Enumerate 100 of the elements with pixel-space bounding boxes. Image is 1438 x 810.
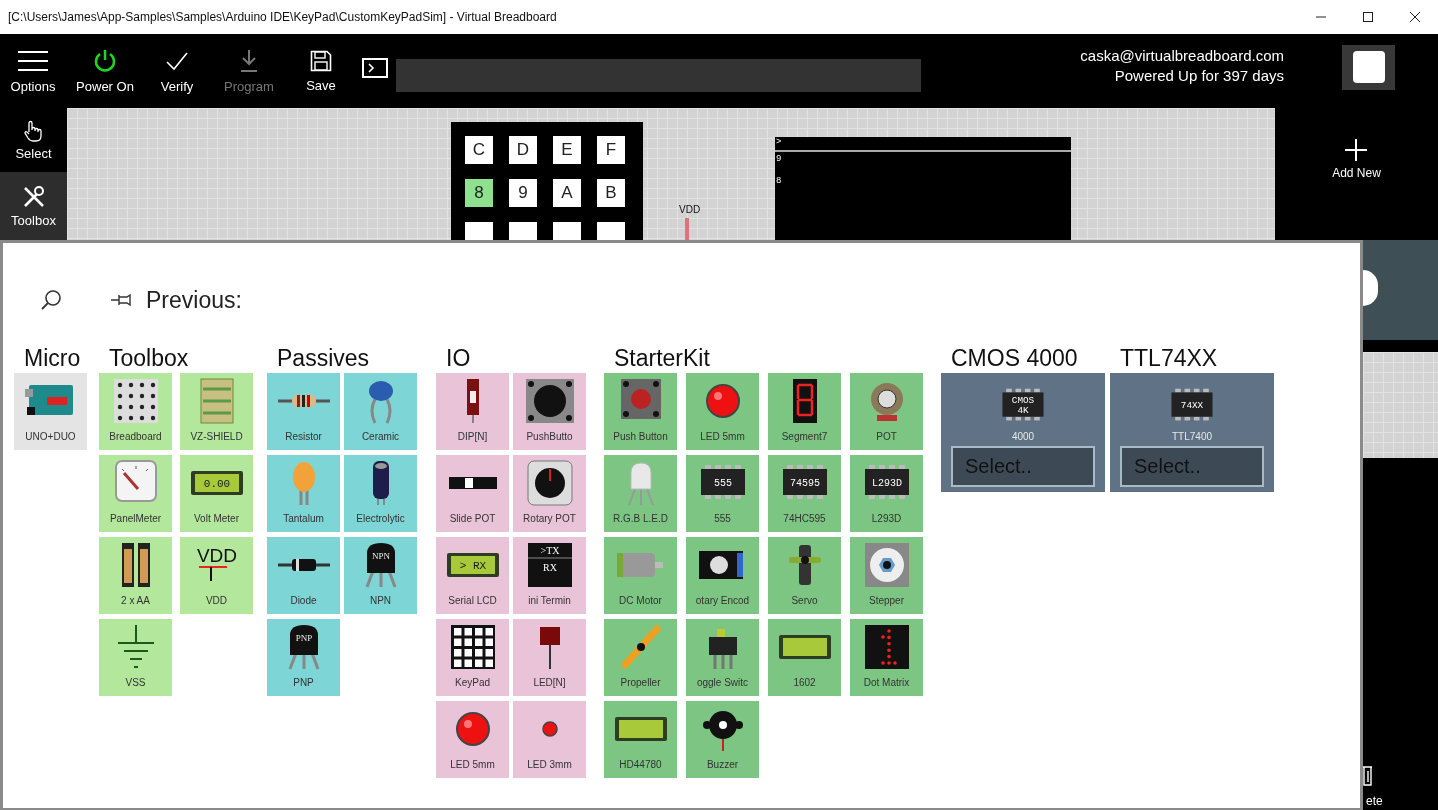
part-tile[interactable]: Electrolytic: [344, 455, 417, 532]
part-tile[interactable]: VSS: [99, 619, 172, 696]
part-tile[interactable]: PNP PNP: [267, 619, 340, 696]
ground-icon: [116, 624, 155, 668]
keypad-key[interactable]: F: [597, 136, 625, 164]
previous-label: Previous:: [146, 286, 242, 314]
toolbar-button[interactable]: Verify: [144, 41, 210, 101]
icon-text: 4K: [1017, 404, 1029, 416]
tool-button[interactable]: Toolbox: [0, 172, 67, 240]
part-tile[interactable]: LED 5mm: [436, 701, 509, 778]
part-tile[interactable]: Resistor: [267, 373, 340, 450]
slider-icon: [448, 477, 497, 489]
part-tile[interactable]: R.G.B L.E.D: [604, 455, 677, 532]
part-tile[interactable]: Stepper: [850, 537, 923, 614]
icon-text: > RX: [459, 560, 486, 572]
power-icon: [93, 48, 117, 73]
icon-text: 555: [713, 478, 732, 489]
part-tile[interactable]: KeyPad: [436, 619, 509, 696]
battery-icon: [121, 543, 150, 587]
plus-icon: [1344, 138, 1369, 162]
icon-text: NPN: [371, 551, 390, 561]
vdd-label: VDD: [679, 204, 701, 215]
part-tile[interactable]: Servo: [768, 537, 841, 614]
search-icon[interactable]: [40, 289, 62, 311]
part-tile[interactable]: L293D L293D: [850, 455, 923, 532]
keypad-key[interactable]: 8: [465, 179, 493, 207]
part-tile[interactable]: Tantalum: [267, 455, 340, 532]
keypad-key[interactable]: D: [509, 136, 537, 164]
supply-symbol-icon: [197, 566, 228, 582]
part-tile[interactable]: Dot Matrix: [850, 619, 923, 696]
terminal-line: 8: [775, 176, 783, 187]
part-tile[interactable]: Rotary POT: [513, 455, 586, 532]
part-tile[interactable]: PushButto: [513, 373, 586, 450]
part-tile[interactable]: UNO+DUO: [14, 373, 87, 450]
part-label: PNP: [293, 677, 314, 688]
part-tile[interactable]: NPN NPN: [344, 537, 417, 614]
breadboard-icon: [113, 379, 158, 423]
part-tile[interactable]: LED 3mm: [513, 701, 586, 778]
terminal-icon[interactable]: [362, 58, 388, 78]
hand-pointer-icon: [22, 119, 45, 142]
part-tile[interactable]: Diode: [267, 537, 340, 614]
category-heading: Passives: [276, 344, 371, 373]
part-tile[interactable]: DC Motor: [604, 537, 677, 614]
capacitor-icon: [372, 461, 389, 506]
part-label: Rotary POT: [523, 513, 576, 524]
part-label: Diode: [290, 595, 317, 606]
part-tile[interactable]: Push Button: [604, 373, 677, 450]
part-label: Volt Meter: [194, 513, 239, 524]
buzzer-icon: [702, 711, 743, 752]
part-tile[interactable]: otary Encod: [686, 537, 759, 614]
part-tile[interactable]: Slide POT: [436, 455, 509, 532]
lcd-icon: [614, 717, 667, 741]
part-tile[interactable]: > RX Serial LCD: [436, 537, 509, 614]
toolbar-button[interactable]: Options: [0, 41, 66, 101]
keypad-key[interactable]: 9: [509, 179, 537, 207]
keypad-key[interactable]: A: [553, 179, 581, 207]
part-tile[interactable]: POT: [850, 373, 923, 450]
part-tile[interactable]: Buzzer: [686, 701, 759, 778]
toolbar-button[interactable]: Power On: [72, 41, 138, 101]
part-tile[interactable]: Propeller: [604, 619, 677, 696]
capacitor-icon: [368, 381, 393, 425]
part-tile[interactable]: 74595 74HC595: [768, 455, 841, 532]
uptime-text: Powered Up for 397 days: [1114, 66, 1284, 84]
part-tile[interactable]: VZ-SHIELD: [180, 373, 253, 450]
part-tile[interactable]: PanelMeter: [99, 455, 172, 532]
square-button[interactable]: [1342, 44, 1395, 90]
part-label: DIP[N]: [457, 431, 488, 442]
part-tile[interactable]: HD44780: [604, 701, 677, 778]
part-tile[interactable]: Segment7: [768, 373, 841, 450]
part-tile[interactable]: Ceramic: [344, 373, 417, 450]
part-label: DC Motor: [619, 595, 662, 606]
part-tile[interactable]: Breadboard: [99, 373, 172, 450]
part-tile[interactable]: 555 555: [686, 455, 759, 532]
input-field[interactable]: [396, 58, 921, 92]
pin-icon[interactable]: [110, 292, 134, 308]
part-tile[interactable]: oggle Switc: [686, 619, 759, 696]
part-tile[interactable]: 1602: [768, 619, 841, 696]
part-label: oggle Switc: [696, 677, 749, 688]
keypad-key[interactable]: C: [465, 136, 493, 164]
part-tile[interactable]: >TX RX ini Termin: [513, 537, 586, 614]
keypad-key[interactable]: E: [553, 136, 581, 164]
part-label: 4000: [1011, 431, 1035, 442]
part-tile[interactable]: LED 5mm: [686, 373, 759, 450]
part-tile[interactable]: 0.00 Volt Meter: [180, 455, 253, 532]
part-tile[interactable]: LED[N]: [513, 619, 586, 696]
led-icon: [455, 712, 490, 746]
part-tile[interactable]: DIP[N]: [436, 373, 509, 450]
keypad-key[interactable]: B: [597, 179, 625, 207]
part-label: VZ-SHIELD: [190, 431, 243, 442]
part-label: R.G.B L.E.D: [613, 513, 668, 524]
trash-icon[interactable]: [1363, 764, 1373, 786]
part-tile[interactable]: VDD VDD: [180, 537, 253, 614]
add-new-button[interactable]: Add New: [1332, 138, 1381, 180]
chip-icon: [700, 465, 745, 499]
part-label: Push Button: [613, 431, 668, 442]
toolbar-button[interactable]: Save: [288, 41, 354, 101]
part-label: Segment7: [781, 431, 828, 442]
part-tile[interactable]: 2 x AA: [99, 537, 172, 614]
part-label: Dot Matrix: [863, 677, 910, 688]
part-label: Tantalum: [283, 513, 324, 524]
